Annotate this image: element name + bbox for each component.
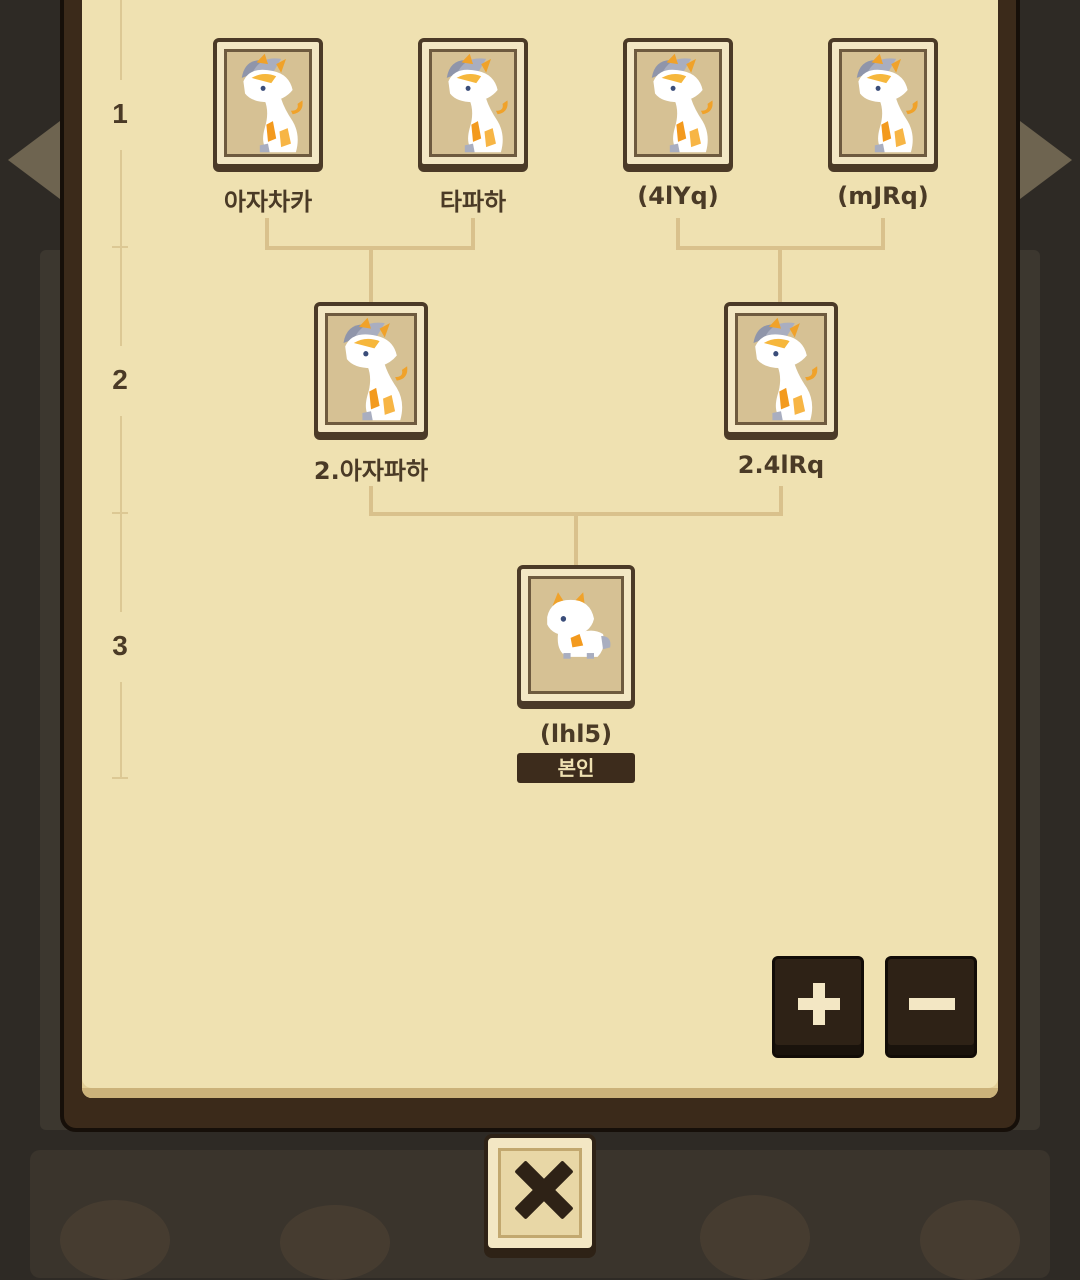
background-creature bbox=[60, 1200, 170, 1280]
self-card[interactable] bbox=[517, 565, 635, 705]
baby-dragon-portrait-icon bbox=[528, 576, 624, 694]
tree-connector bbox=[778, 246, 782, 304]
generation-ruler-tick bbox=[112, 777, 128, 779]
ancestor-name-1: 아자차카 bbox=[223, 188, 313, 216]
background-left-arrow bbox=[8, 118, 64, 202]
ancestor-card-3[interactable] bbox=[623, 38, 733, 168]
adult-dragon-portrait-icon bbox=[429, 49, 517, 157]
generation-ruler-tick bbox=[112, 512, 128, 514]
zoom-in-button[interactable] bbox=[772, 956, 864, 1058]
parent-card-2[interactable] bbox=[724, 302, 838, 436]
adult-dragon-portrait-icon bbox=[634, 49, 722, 157]
generation-number-3: 3 bbox=[112, 630, 128, 661]
adult-dragon-portrait-icon bbox=[325, 313, 417, 425]
generation-ruler-line bbox=[120, 0, 122, 80]
ancestor-name-3: (4lYq) bbox=[637, 182, 719, 210]
zoom-out-button[interactable] bbox=[885, 956, 977, 1058]
ancestor-name-2: 타파하 bbox=[439, 188, 507, 216]
self-name: (lhl5) bbox=[539, 720, 613, 748]
background-right-arrow bbox=[1016, 118, 1072, 202]
generation-ruler-line bbox=[120, 150, 122, 346]
self-badge: 본인 bbox=[517, 753, 635, 783]
close-button[interactable] bbox=[484, 1134, 596, 1252]
ancestor-name-4: (mJRq) bbox=[837, 182, 929, 210]
ancestor-card-1[interactable] bbox=[213, 38, 323, 168]
background-creature bbox=[280, 1205, 390, 1280]
adult-dragon-portrait-icon bbox=[735, 313, 827, 425]
paper-bottom-edge bbox=[82, 1088, 998, 1098]
adult-dragon-portrait-icon bbox=[224, 49, 312, 157]
generation-ruler-line bbox=[120, 416, 122, 612]
tree-connector bbox=[369, 246, 373, 304]
background-creature bbox=[700, 1195, 810, 1280]
parent-card-1[interactable] bbox=[314, 302, 428, 436]
generation-ruler-line bbox=[120, 682, 122, 778]
background-creature bbox=[920, 1200, 1020, 1280]
parent-name-2: 2.4lRq bbox=[737, 451, 825, 479]
ancestor-card-2[interactable] bbox=[418, 38, 528, 168]
generation-number-1: 1 bbox=[112, 98, 128, 129]
ancestor-card-4[interactable] bbox=[828, 38, 938, 168]
generation-ruler-tick bbox=[112, 246, 128, 248]
generation-number-2: 2 bbox=[112, 364, 128, 395]
adult-dragon-portrait-icon bbox=[839, 49, 927, 157]
parent-name-1: 2.아자파하 bbox=[313, 457, 429, 485]
tree-connector bbox=[574, 512, 578, 566]
